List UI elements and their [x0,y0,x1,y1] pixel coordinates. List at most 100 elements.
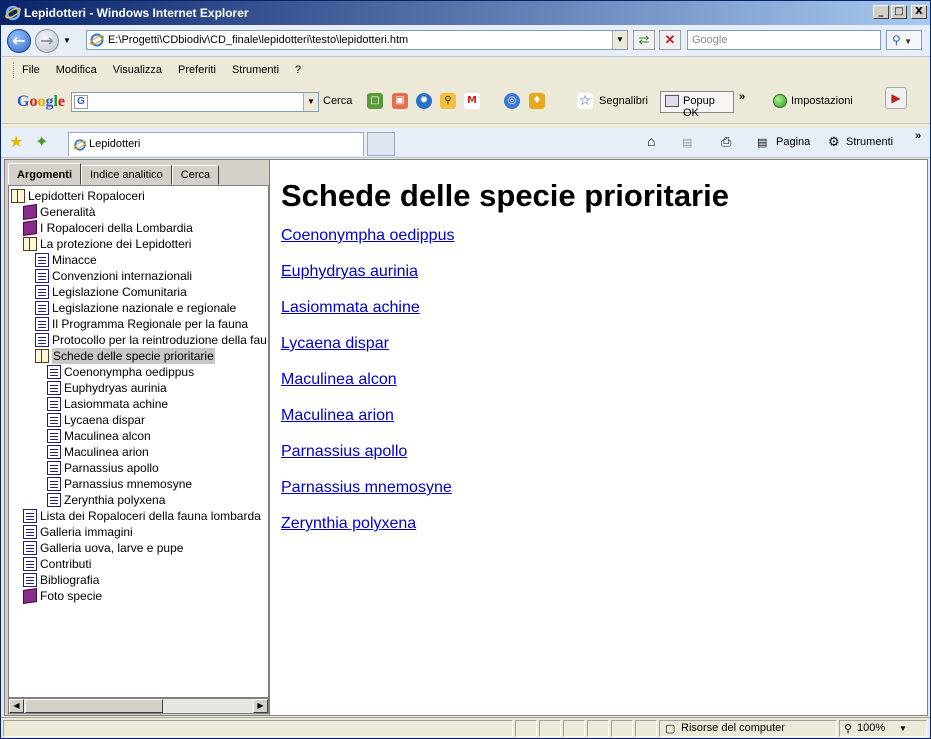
tree-node[interactable]: Euphydryas aurinia [47,380,167,396]
closed-book-icon [23,220,37,236]
minimize-button[interactable]: _ [873,5,889,19]
menu-strumenti[interactable]: Strumenti [232,64,279,76]
tree-node[interactable]: Minacce [35,252,97,268]
page-icon [35,301,49,315]
window-title: Lepidotteri - Windows Internet Explorer [24,6,249,20]
recent-pages-dropdown[interactable]: ▼ [63,36,71,45]
tree-node[interactable]: Generalità [23,204,95,220]
tree-node-label: I Ropaloceri della Lombardia [40,221,193,235]
globe-icon[interactable]: ◎ [504,93,520,109]
back-button[interactable]: ← [7,29,31,53]
tree-node[interactable]: Schede delle specie prioritarie [35,348,215,364]
tree-node[interactable]: Legislazione nazionale e regionale [35,300,236,316]
close-button[interactable]: X [911,5,927,19]
menu-visualizza[interactable]: Visualizza [113,64,162,76]
open-book-icon [23,237,37,251]
zoom-dropdown-icon[interactable]: ▼ [899,724,907,733]
species-link[interactable]: Zerynthia polyxena [281,514,917,550]
tab-cerca[interactable]: Cerca [171,165,220,185]
tree-node[interactable]: Lasiommata achine [47,396,168,412]
google-search-button[interactable]: Cerca [323,95,352,107]
news-icon[interactable]: □ [367,93,383,109]
popup-blocker-button[interactable]: Popup OK [660,91,734,119]
more-chevron-icon[interactable]: » [739,91,745,103]
google-search-dropdown-icon[interactable]: ▼ [303,93,318,111]
tree-node-label: Legislazione Comunitaria [52,285,187,299]
species-link[interactable]: Euphydryas aurinia [281,262,917,298]
forward-button[interactable]: → [35,29,59,53]
tree-node[interactable]: Zerynthia polyxena [47,492,165,508]
tree-node[interactable]: Coenonympha oedippus [47,364,194,380]
tree-node[interactable]: Il Programma Regionale per la fauna [35,316,248,332]
tree-node[interactable]: La protezione dei Lepidotteri [23,236,191,252]
refresh-button[interactable]: ⇄ [633,30,655,50]
tree-node[interactable]: Contributi [23,556,91,572]
tree-node[interactable]: Maculinea arion [47,444,149,460]
menu-file[interactable]: File [22,64,40,76]
add-favorite-icon[interactable]: ✦ [35,132,48,151]
find-icon[interactable]: ⚲ [440,93,456,109]
home-icon[interactable]: ⌂ [647,133,655,149]
species-link[interactable]: Maculinea alcon [281,370,917,406]
tab-lepidotteri[interactable]: Lepidotteri [68,132,364,156]
bookmark-star-icon[interactable]: ☆ [577,93,593,109]
tree-node[interactable]: Galleria uova, larve e pupe [23,540,183,556]
pdf-icon[interactable]: ▶ [885,87,907,109]
gmail-icon[interactable]: M [464,93,480,109]
tree-node[interactable]: Legislazione Comunitaria [35,284,187,300]
menu-modifica[interactable]: Modifica [56,64,97,76]
print-icon[interactable]: ⎙ [721,134,731,150]
url-text[interactable]: E:\Progetti\CDbiodiv\CD_finale\lepidotte… [108,34,408,46]
compass-icon[interactable]: ✹ [416,93,432,109]
tree-node[interactable]: Parnassius mnemosyne [47,476,192,492]
tree-node[interactable]: Lepidotteri Ropaloceri [11,188,145,204]
scroll-right-icon[interactable]: ▶ [253,699,268,713]
species-link[interactable]: Lasiommata achine [281,298,917,334]
tree-node[interactable]: Lycaena dispar [47,412,145,428]
tree-horizontal-scrollbar[interactable]: ◀ ▶ [8,698,269,714]
tree-node[interactable]: Foto specie [23,588,102,604]
scroll-thumb[interactable] [25,699,163,713]
puzzle-icon[interactable]: ♦ [529,93,545,109]
tree-node[interactable]: Galleria immagini [23,524,133,540]
images-icon[interactable]: ▣ [392,93,408,109]
tree-node[interactable]: Convenzioni internazionali [35,268,192,284]
google-search-input[interactable]: G ▼ [71,92,319,112]
ie-logo-icon [5,5,21,21]
species-link[interactable]: Parnassius mnemosyne [281,478,917,514]
forward-arrow-icon: → [40,31,54,50]
stop-button[interactable]: ✕ [659,30,681,50]
new-tab-button[interactable] [367,132,395,156]
menu-preferiti[interactable]: Preferiti [178,64,216,76]
species-link[interactable]: Maculinea arion [281,406,917,442]
browser-window: Lepidotteri - Windows Internet Explorer … [0,0,931,739]
species-link[interactable]: Lycaena dispar [281,334,917,370]
tree-node[interactable]: Maculinea alcon [47,428,151,444]
tree-node[interactable]: Parnassius apollo [47,460,159,476]
tree-node[interactable]: I Ropaloceri della Lombardia [23,220,193,236]
maximize-button[interactable]: □ [891,5,907,19]
address-bar[interactable]: E:\Progetti\CDbiodiv\CD_finale\lepidotte… [86,30,628,50]
tab-indice-analitico[interactable]: Indice analitico [81,165,172,185]
tree-node[interactable]: Bibliografia [23,572,99,588]
favorites-star-icon[interactable]: ★ [9,132,23,151]
feeds-icon[interactable]: ▤ [682,136,692,149]
impostazioni-button[interactable]: Impostazioni [791,95,853,107]
tree-node[interactable]: Protocollo per la reintroduzione della f… [35,332,267,348]
search-input[interactable]: Google [687,30,881,50]
species-link[interactable]: Parnassius apollo [281,442,917,478]
species-link[interactable]: Coenonympha oedippus [281,226,917,262]
tree-node[interactable]: Lista dei Ropaloceri della fauna lombard… [23,508,261,524]
segnalibri-button[interactable]: Segnalibri [599,95,648,107]
search-button[interactable]: ⚲ ▼ [886,30,922,50]
command-more-icon[interactable]: » [915,130,921,142]
google-logo[interactable]: Google [17,93,65,111]
menu-help[interactable]: ? [295,64,301,76]
tools-menu-button[interactable]: Strumenti [846,136,893,148]
tab-argomenti[interactable]: Argomenti [8,163,81,185]
zoom-level[interactable]: 100% [857,722,885,734]
tree-node-label: Euphydryas aurinia [64,381,167,395]
address-dropdown-icon[interactable]: ▼ [612,31,627,49]
scroll-left-icon[interactable]: ◀ [9,699,24,713]
page-menu-button[interactable]: Pagina [776,136,810,148]
